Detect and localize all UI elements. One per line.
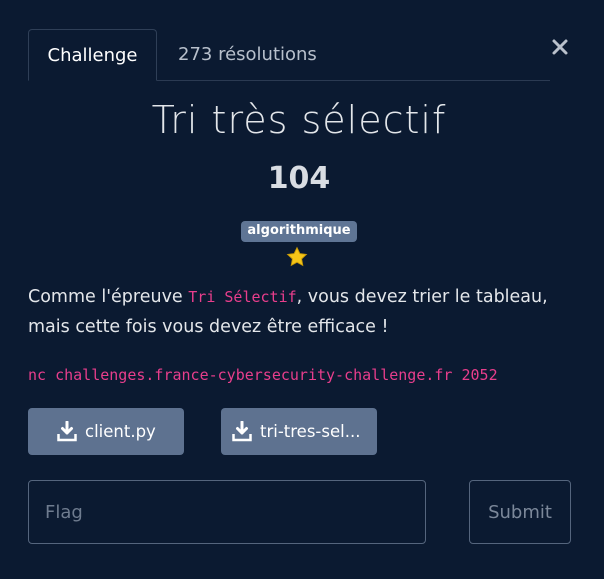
close-button[interactable] [549, 36, 571, 58]
submit-button[interactable]: Submit [469, 480, 571, 544]
challenge-title: Tri très sélectif [151, 98, 447, 142]
download-tri-tres-selectif-button[interactable]: tri-tres-sel... [221, 408, 377, 455]
download-icon [57, 421, 77, 442]
challenge-modal: Challenge 273 résolutions Tri très sélec… [0, 0, 604, 579]
flag-input[interactable] [28, 480, 426, 544]
tab-bar: Challenge 273 résolutions [28, 29, 550, 81]
file-label: tri-tres-sel... [260, 422, 361, 441]
challenge-description: Comme l'épreuve Tri Sélectif, vous devez… [28, 282, 573, 342]
close-icon [552, 39, 568, 55]
challenge-points: 104 [267, 161, 331, 196]
tab-resolutions[interactable]: 273 résolutions [178, 29, 317, 80]
description-code: Tri Sélectif [188, 288, 297, 306]
tag-container: algorithmique [0, 219, 598, 242]
download-client-py-button[interactable]: client.py [28, 408, 184, 455]
connection-command: nc challenges.france-cybersecurity-chall… [28, 366, 498, 384]
category-badge: algorithmique [241, 221, 357, 242]
description-text-1: Comme l'épreuve [28, 287, 189, 307]
file-label: client.py [85, 422, 156, 441]
download-icon [232, 421, 252, 442]
star-icon [286, 246, 308, 267]
tab-challenge[interactable]: Challenge [28, 29, 157, 81]
